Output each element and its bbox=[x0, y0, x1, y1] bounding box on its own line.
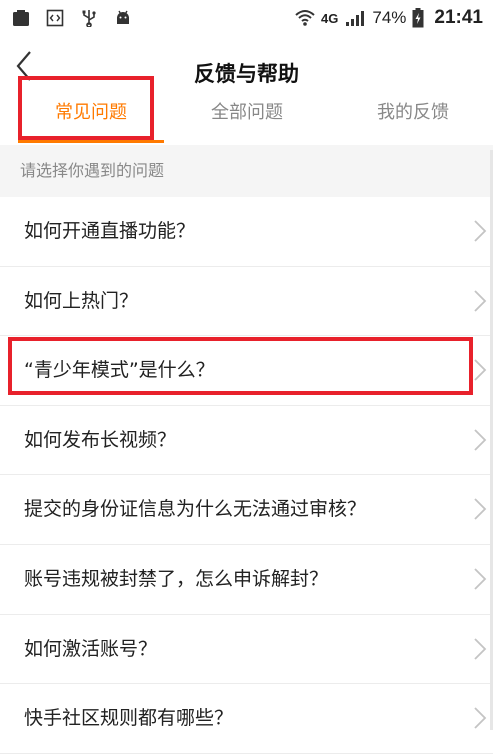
tab-all-questions[interactable]: 全部问题 bbox=[180, 98, 314, 128]
faq-item-activate-account[interactable]: 如何激活账号？ bbox=[0, 614, 493, 685]
chevron-right-icon bbox=[474, 289, 487, 312]
faq-item-label: 快手社区规则都有哪些？ bbox=[24, 707, 234, 730]
status-left-icons bbox=[12, 9, 132, 27]
tab-bar: 常见问题 全部问题 我的反馈 bbox=[0, 88, 493, 143]
chevron-right-icon bbox=[474, 707, 487, 729]
faq-item-live-streaming[interactable]: 如何开通直播功能？ bbox=[0, 197, 493, 267]
faq-item-label: 账号违规被封禁了，怎么申诉解封？ bbox=[24, 567, 329, 590]
faq-item-label: 如何上热门？ bbox=[24, 289, 139, 312]
code-icon bbox=[46, 9, 64, 27]
chevron-right-icon bbox=[474, 359, 487, 381]
wifi-icon bbox=[295, 10, 315, 26]
faq-item-label: 提交的身份证信息为什么无法通过审核？ bbox=[24, 498, 367, 521]
chevron-right-icon bbox=[474, 429, 487, 451]
active-tab-indicator bbox=[18, 140, 164, 143]
battery-percent: 74% bbox=[372, 8, 407, 27]
signal-icon bbox=[346, 11, 365, 26]
faq-item-label: 如何发布长视频？ bbox=[24, 428, 177, 451]
network-type: 4G bbox=[321, 10, 339, 26]
page-title: 反馈与帮助 bbox=[194, 62, 299, 86]
status-right-icons: 4G 74% 21:41 bbox=[295, 7, 483, 29]
faq-item-label: “青少年模式”是什么？ bbox=[24, 359, 215, 382]
chevron-right-icon bbox=[474, 498, 487, 521]
chevron-right-icon bbox=[474, 637, 487, 660]
battery-charging-icon bbox=[412, 8, 424, 28]
chevron-right-icon bbox=[474, 568, 487, 590]
faq-item-long-video[interactable]: 如何发布长视频？ bbox=[0, 405, 493, 476]
tab-my-feedback[interactable]: 我的反馈 bbox=[346, 98, 480, 128]
usb-icon bbox=[82, 10, 96, 27]
app-square-icon bbox=[13, 10, 29, 26]
faq-item-label: 如何开通直播功能？ bbox=[24, 220, 196, 242]
tab-common-questions[interactable]: 常见问题 bbox=[24, 98, 158, 128]
android-icon bbox=[117, 10, 129, 24]
faq-item-id-verification[interactable]: 提交的身份证信息为什么无法通过审核？ bbox=[0, 475, 493, 545]
faq-list: 如何开通直播功能？ 如何上热门？ “青少年模式”是什么？ 如何发布长视频？ 提交… bbox=[0, 197, 493, 754]
faq-item-community-rules[interactable]: 快手社区规则都有哪些？ bbox=[0, 684, 493, 754]
faq-item-trending[interactable]: 如何上热门？ bbox=[0, 266, 493, 337]
faq-item-teen-mode[interactable]: “青少年模式”是什么？ bbox=[0, 336, 493, 406]
clock: 21:41 bbox=[434, 7, 483, 28]
section-hint: 请选择你遇到的问题 bbox=[0, 145, 493, 197]
faq-item-account-ban-appeal[interactable]: 账号违规被封禁了，怎么申诉解封？ bbox=[0, 544, 493, 615]
faq-item-label: 如何激活账号？ bbox=[24, 637, 158, 660]
status-bar: 4G 74% 21:41 bbox=[0, 0, 493, 36]
chevron-right-icon bbox=[474, 220, 487, 242]
